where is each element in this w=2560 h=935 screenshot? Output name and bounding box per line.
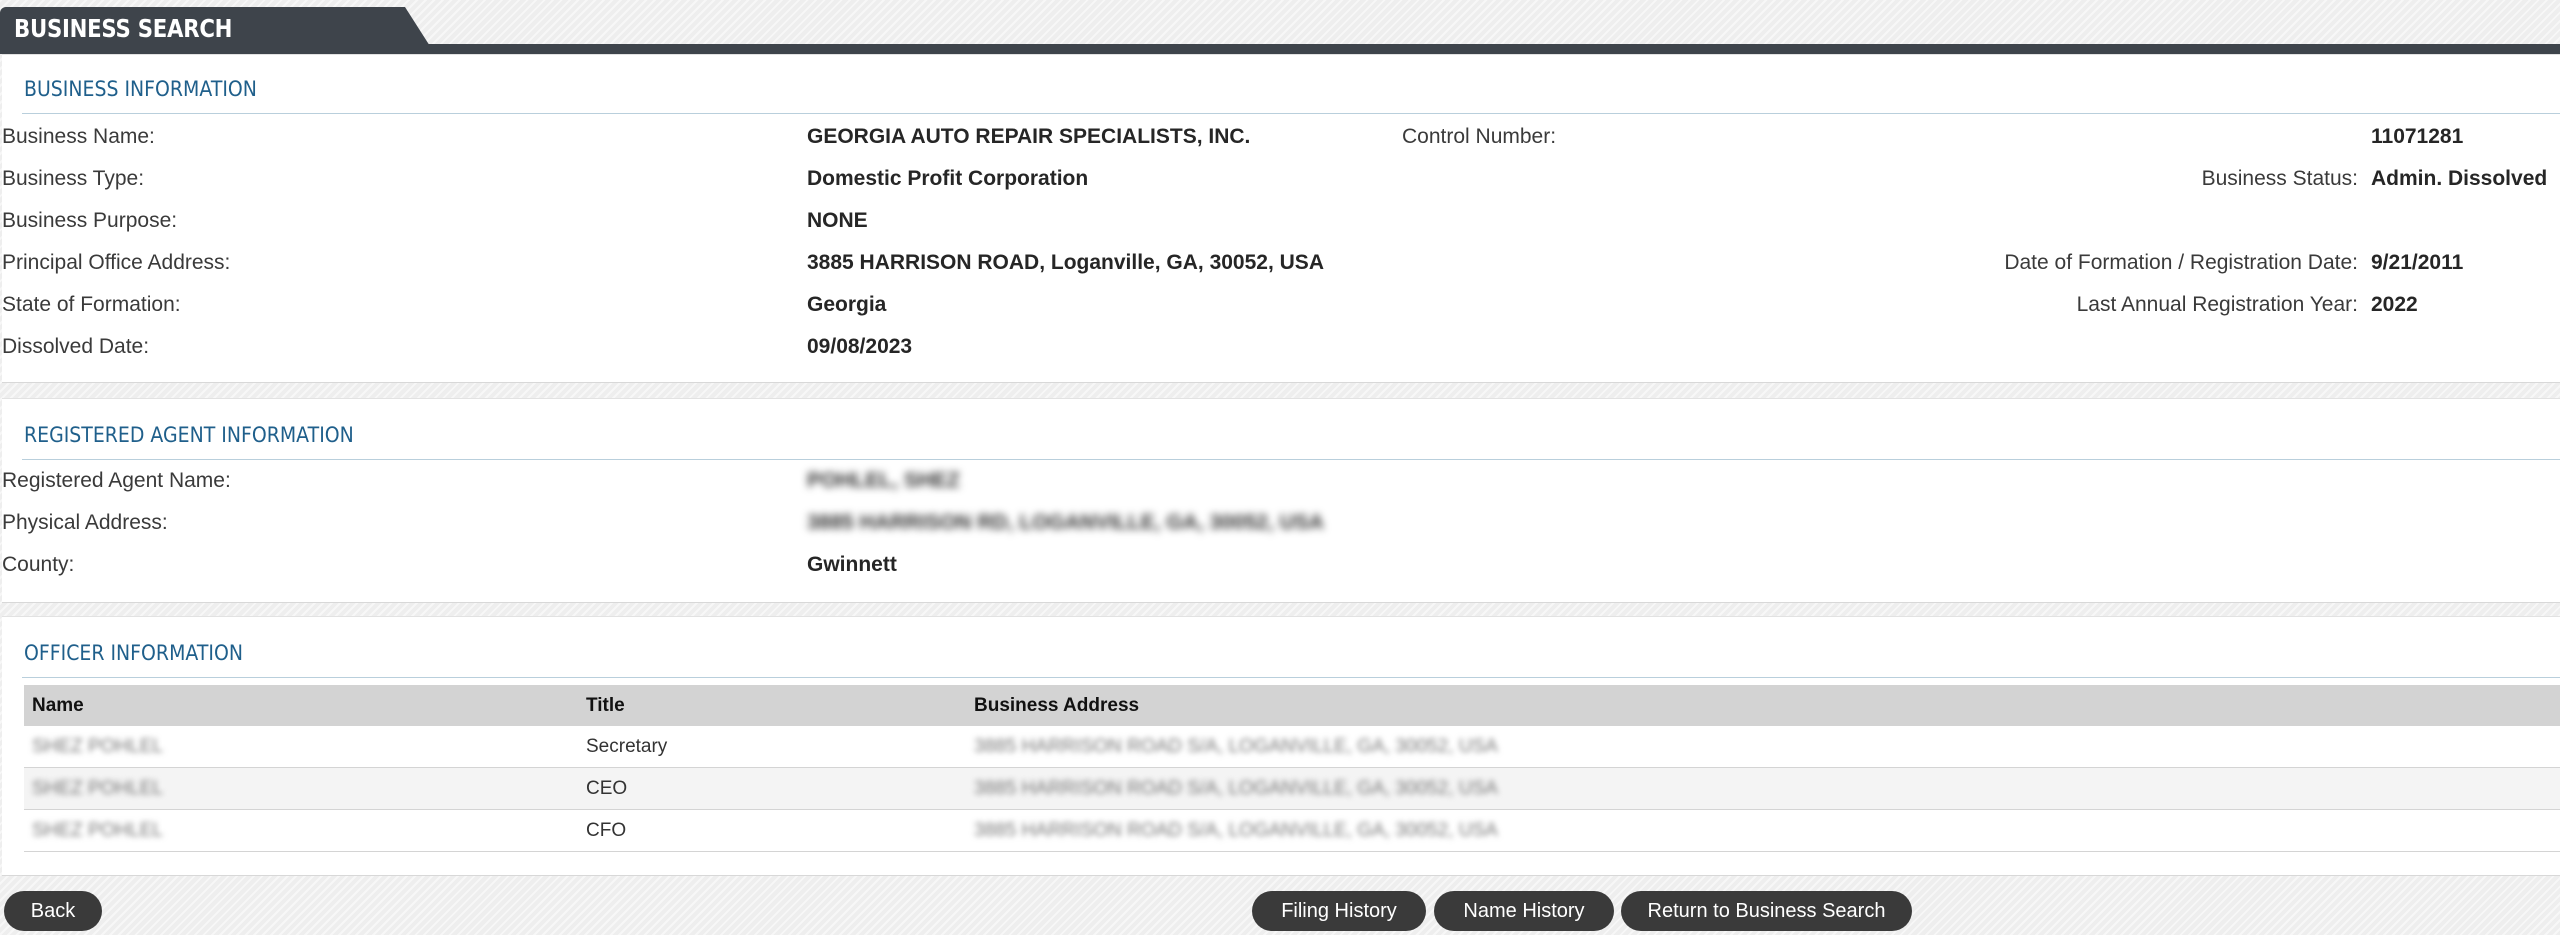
name-history-button[interactable]: Name History [1434,891,1614,931]
officer-information-heading: OFFICER INFORMATION [24,641,243,665]
business-information-heading: BUSINESS INFORMATION [24,77,257,101]
section-divider [22,113,2560,114]
control-number-row: Control Number: 11071281 [2,122,2560,152]
formation-date-row: Date of Formation / Registration Date: 9… [2,248,2560,278]
agent-name-value: POHLEL, SHEZ [807,469,960,492]
dissolved-date-value: 09/08/2023 [807,335,913,358]
officer-name: SHEZ POHLEL [32,778,163,799]
formation-date-label: Date of Formation / Registration Date: [2004,251,2358,274]
control-number-value: 11071281 [2371,125,2464,148]
page-title: BUSINESS SEARCH [14,14,233,43]
officer-title: CEO [586,778,628,799]
business-purpose-value: NONE [807,209,868,232]
officer-title: CFO [586,820,627,841]
county-value: Gwinnett [807,553,897,576]
business-information-panel: BUSINESS INFORMATION Business Name: GEOR… [2,54,2560,383]
agent-name-row: Registered Agent Name: POHLEL, SHEZ [2,466,1402,496]
page-header: BUSINESS SEARCH [0,0,2560,54]
dissolved-date-label: Dissolved Date: [2,335,150,358]
table-row: SHEZ POHLEL Secretary 3885 HARRISON ROAD… [24,726,2560,768]
column-header-address[interactable]: Business Address [974,685,1139,726]
business-status-value: Admin. Dissolved [2371,167,2548,190]
section-divider [22,677,2560,678]
officer-title: Secretary [586,736,668,757]
registered-agent-heading: REGISTERED AGENT INFORMATION [24,423,354,447]
business-status-row: Business Status: Admin. Dissolved [2,164,2560,194]
filing-history-button[interactable]: Filing History [1252,891,1426,931]
table-row: SHEZ POHLEL CEO 3885 HARRISON ROAD S/A, … [24,768,2560,810]
officer-address: 3885 HARRISON ROAD S/A, LOGANVILLE, GA, … [974,820,1498,841]
officer-name: SHEZ POHLEL [32,736,163,757]
annual-registration-row: Last Annual Registration Year: 2022 [2,290,2560,320]
table-header: Name Title Business Address [24,685,2560,726]
agent-name-label: Registered Agent Name: [2,469,231,492]
control-number-label: Control Number: [1402,125,1557,148]
business-status-label: Business Status: [2201,167,2358,190]
return-to-business-search-button[interactable]: Return to Business Search [1621,891,1912,931]
county-label: County: [2,553,75,576]
officer-address: 3885 HARRISON ROAD S/A, LOGANVILLE, GA, … [974,778,1498,799]
officer-information-panel: OFFICER INFORMATION Name Title Business … [2,616,2560,876]
physical-address-label: Physical Address: [2,511,168,534]
dissolved-date-row: Dissolved Date: 09/08/2023 [2,332,1402,362]
annual-registration-value: 2022 [2371,293,2418,316]
back-button[interactable]: Back [4,891,102,931]
physical-address-row: Physical Address: 3885 HARRISON RD, LOGA… [2,508,1402,538]
business-purpose-label: Business Purpose: [2,209,178,232]
column-header-name[interactable]: Name [32,685,84,726]
table-row: SHEZ POHLEL CFO 3885 HARRISON ROAD S/A, … [24,810,2560,852]
business-purpose-row: Business Purpose: NONE [2,206,1402,236]
section-divider [22,459,2560,460]
officer-name: SHEZ POHLEL [32,820,163,841]
officer-address: 3885 HARRISON ROAD S/A, LOGANVILLE, GA, … [974,736,1498,757]
column-header-title[interactable]: Title [586,685,625,726]
registered-agent-panel: REGISTERED AGENT INFORMATION Registered … [2,398,2560,603]
county-row: County: Gwinnett [2,550,1402,580]
annual-registration-label: Last Annual Registration Year: [2076,293,2358,316]
formation-date-value: 9/21/2011 [2371,251,2464,274]
physical-address-value: 3885 HARRISON RD, LOGANVILLE, GA, 30052,… [807,511,1324,534]
